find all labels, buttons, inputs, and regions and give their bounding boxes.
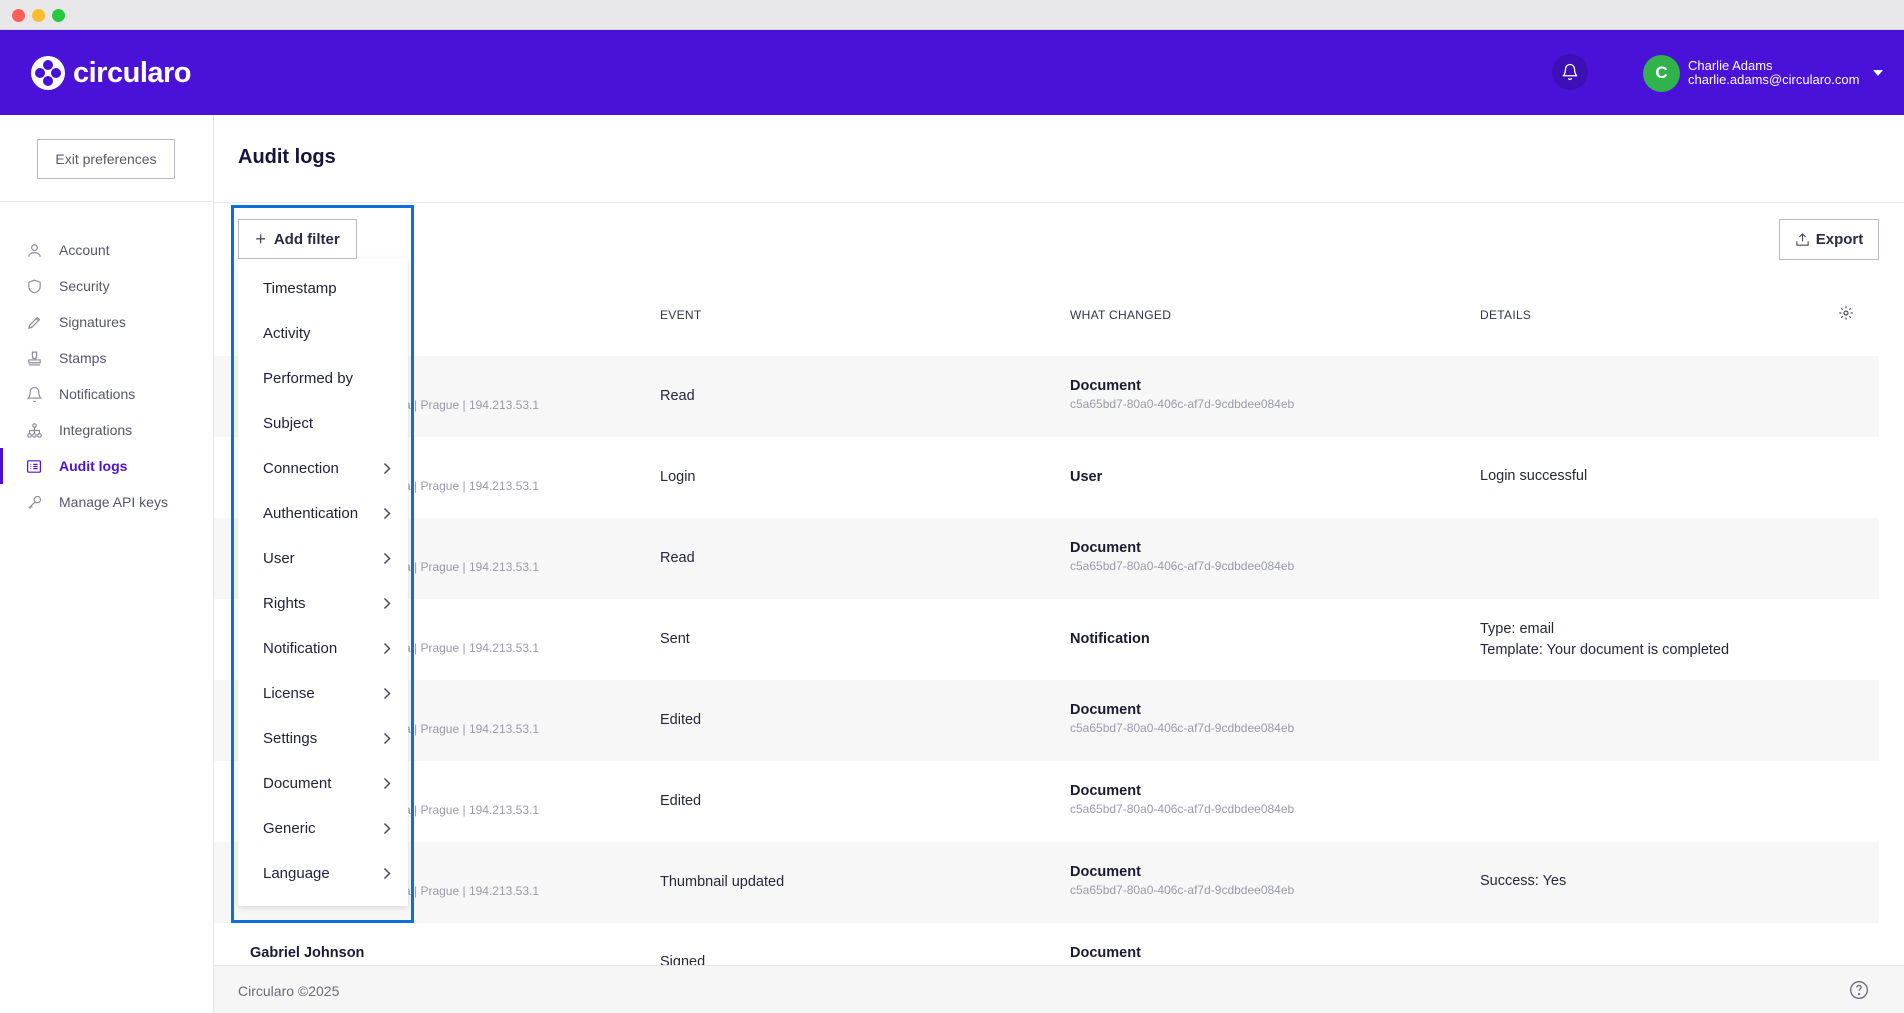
export-label: Export (1815, 231, 1864, 248)
user-name: Charlie Adams (1688, 58, 1773, 73)
sidebar-item-label: Signatures (59, 314, 126, 330)
sidebar-item-integrations[interactable]: Integrations (0, 412, 213, 448)
title-divider (214, 202, 1904, 203)
shield-icon (24, 276, 44, 296)
row-what-changed: Document (1070, 783, 1141, 799)
circularo-logo[interactable]: circularo (31, 54, 192, 92)
sidebar-item-label: Account (59, 242, 110, 258)
row-what-id: c5a65bd7-80a0-406c-af7d-9cdbdee084eb (1070, 397, 1295, 411)
row-performed-by: Gabriel Johnson (250, 945, 365, 961)
row-what-id: c5a65bd7-80a0-406c-af7d-9cdbdee084eb (1070, 721, 1295, 735)
row-what-id: c5a65bd7-80a0-406c-af7d-9cdbdee084eb (1070, 559, 1295, 573)
row-details-line: Login successful (1480, 468, 1588, 484)
bell-icon (24, 384, 44, 404)
bell-icon (1562, 63, 1578, 81)
sidebar-item-label: Manage API keys (59, 494, 168, 510)
row-what-changed: Document (1070, 945, 1141, 961)
gear-icon[interactable] (1838, 305, 1854, 321)
row-details-line: Type: email (1480, 621, 1555, 637)
table-row[interactable]: a | Prague | 194.213.53.1 Read Document … (214, 518, 1879, 599)
window-titlebar (0, 0, 1904, 30)
key-icon (24, 492, 44, 512)
app-header: circularo C Charlie Adams charlie.adams@… (0, 30, 1904, 115)
row-location: a | Prague | 194.213.53.1 (404, 560, 540, 574)
row-details-line: Template: Your document is completed (1480, 642, 1730, 658)
page-title: Audit logs (238, 146, 336, 168)
avatar: C (1643, 54, 1680, 92)
table-row[interactable]: a | Prague | 194.213.53.1 Read Document … (214, 356, 1879, 437)
copyright-text: Circularo ©2025 (238, 983, 340, 999)
table-row[interactable]: a | Prague | 194.213.53.1 Thumbnail upda… (214, 842, 1879, 923)
stamp-icon (24, 348, 44, 368)
row-details-line: Success: Yes (1480, 873, 1567, 889)
sidebar-item-label: Audit logs (59, 458, 128, 474)
column-header-details[interactable]: DETAILS (1480, 308, 1531, 322)
logo-text: circularo (73, 56, 192, 89)
table-row[interactable]: Gabriel Johnson Signed Document (214, 923, 1879, 965)
page-footer: Circularo ©2025 (214, 965, 1904, 1013)
sidebar-item-label: Notifications (59, 386, 136, 402)
sidebar-item-label: Stamps (59, 350, 107, 366)
sidebar-item-label: Integrations (59, 422, 133, 438)
row-details: Success: Yes (1480, 871, 1566, 892)
sidebar-item-signatures[interactable]: Signatures (0, 304, 213, 340)
sidebar-item-audit-logs[interactable]: Audit logs (0, 448, 213, 484)
upload-icon (1796, 233, 1809, 246)
row-location: a | Prague | 194.213.53.1 (404, 398, 540, 412)
export-button[interactable]: Export (1779, 219, 1879, 260)
row-event: Read (660, 550, 695, 566)
pen-icon (24, 312, 44, 332)
row-location: a | Prague | 194.213.53.1 (404, 722, 540, 736)
exit-preferences-button[interactable]: Exit preferences (37, 139, 175, 179)
maximize-window-button[interactable] (52, 9, 65, 22)
user-icon (24, 240, 44, 260)
row-event: Read (660, 388, 695, 404)
row-event: Signed (660, 954, 706, 965)
logo-mark-icon (31, 56, 65, 90)
row-location: a | Prague | 194.213.53.1 (404, 803, 540, 817)
row-location: a | Prague | 194.213.53.1 (404, 884, 540, 898)
table-row[interactable]: a | Prague | 194.213.53.1 Edited Documen… (214, 761, 1879, 842)
table-row[interactable]: a | Prague | 194.213.53.1 Sent Notificat… (214, 599, 1879, 680)
row-what-changed: Document (1070, 702, 1141, 718)
sidebar-divider (0, 201, 214, 202)
list-icon (24, 456, 44, 476)
help-icon[interactable] (1849, 980, 1869, 1000)
user-menu[interactable]: C Charlie Adams charlie.adams@circularo.… (1643, 54, 1884, 92)
sidebar-item-account[interactable]: Account (0, 232, 213, 268)
preferences-sidebar: Exit preferences Account Security Signat… (0, 115, 214, 1013)
row-what-id: c5a65bd7-80a0-406c-af7d-9cdbdee084eb (1070, 883, 1295, 897)
row-what-changed: Document (1070, 864, 1141, 880)
user-email: charlie.adams@circularo.com (1688, 72, 1860, 87)
row-event: Sent (660, 631, 690, 647)
row-details: Login successful (1480, 466, 1587, 487)
table-row[interactable]: a | Prague | 194.213.53.1 Edited Documen… (214, 680, 1879, 761)
row-event: Thumbnail updated (660, 874, 785, 890)
chevron-down-icon (1873, 70, 1884, 76)
row-what-changed: Document (1070, 378, 1141, 394)
sidebar-item-security[interactable]: Security (0, 268, 213, 304)
minimize-window-button[interactable] (32, 9, 45, 22)
row-what-changed: User (1070, 469, 1103, 485)
table-row[interactable]: a | Prague | 194.213.53.1 Login User Log… (214, 437, 1879, 518)
row-event: Login (660, 469, 696, 485)
network-icon (24, 420, 44, 440)
filter-highlight-box (231, 205, 414, 923)
close-window-button[interactable] (12, 9, 25, 22)
sidebar-item-stamps[interactable]: Stamps (0, 340, 213, 376)
sidebar-item-manage-api-keys[interactable]: Manage API keys (0, 484, 213, 520)
row-location: a | Prague | 194.213.53.1 (404, 479, 540, 493)
row-event: Edited (660, 712, 702, 728)
column-header-what-changed[interactable]: WHAT CHANGED (1070, 308, 1171, 322)
row-event: Edited (660, 793, 702, 809)
column-header-event[interactable]: EVENT (660, 308, 702, 322)
sidebar-item-notifications[interactable]: Notifications (0, 376, 213, 412)
row-location: a | Prague | 194.213.53.1 (404, 641, 540, 655)
row-details: Type: email Template: Your document is c… (1480, 619, 1729, 661)
notifications-button[interactable] (1552, 54, 1588, 90)
row-what-changed: Notification (1070, 631, 1150, 647)
sidebar-item-label: Security (59, 278, 110, 294)
row-what-id: c5a65bd7-80a0-406c-af7d-9cdbdee084eb (1070, 802, 1295, 816)
row-what-changed: Document (1070, 540, 1141, 556)
